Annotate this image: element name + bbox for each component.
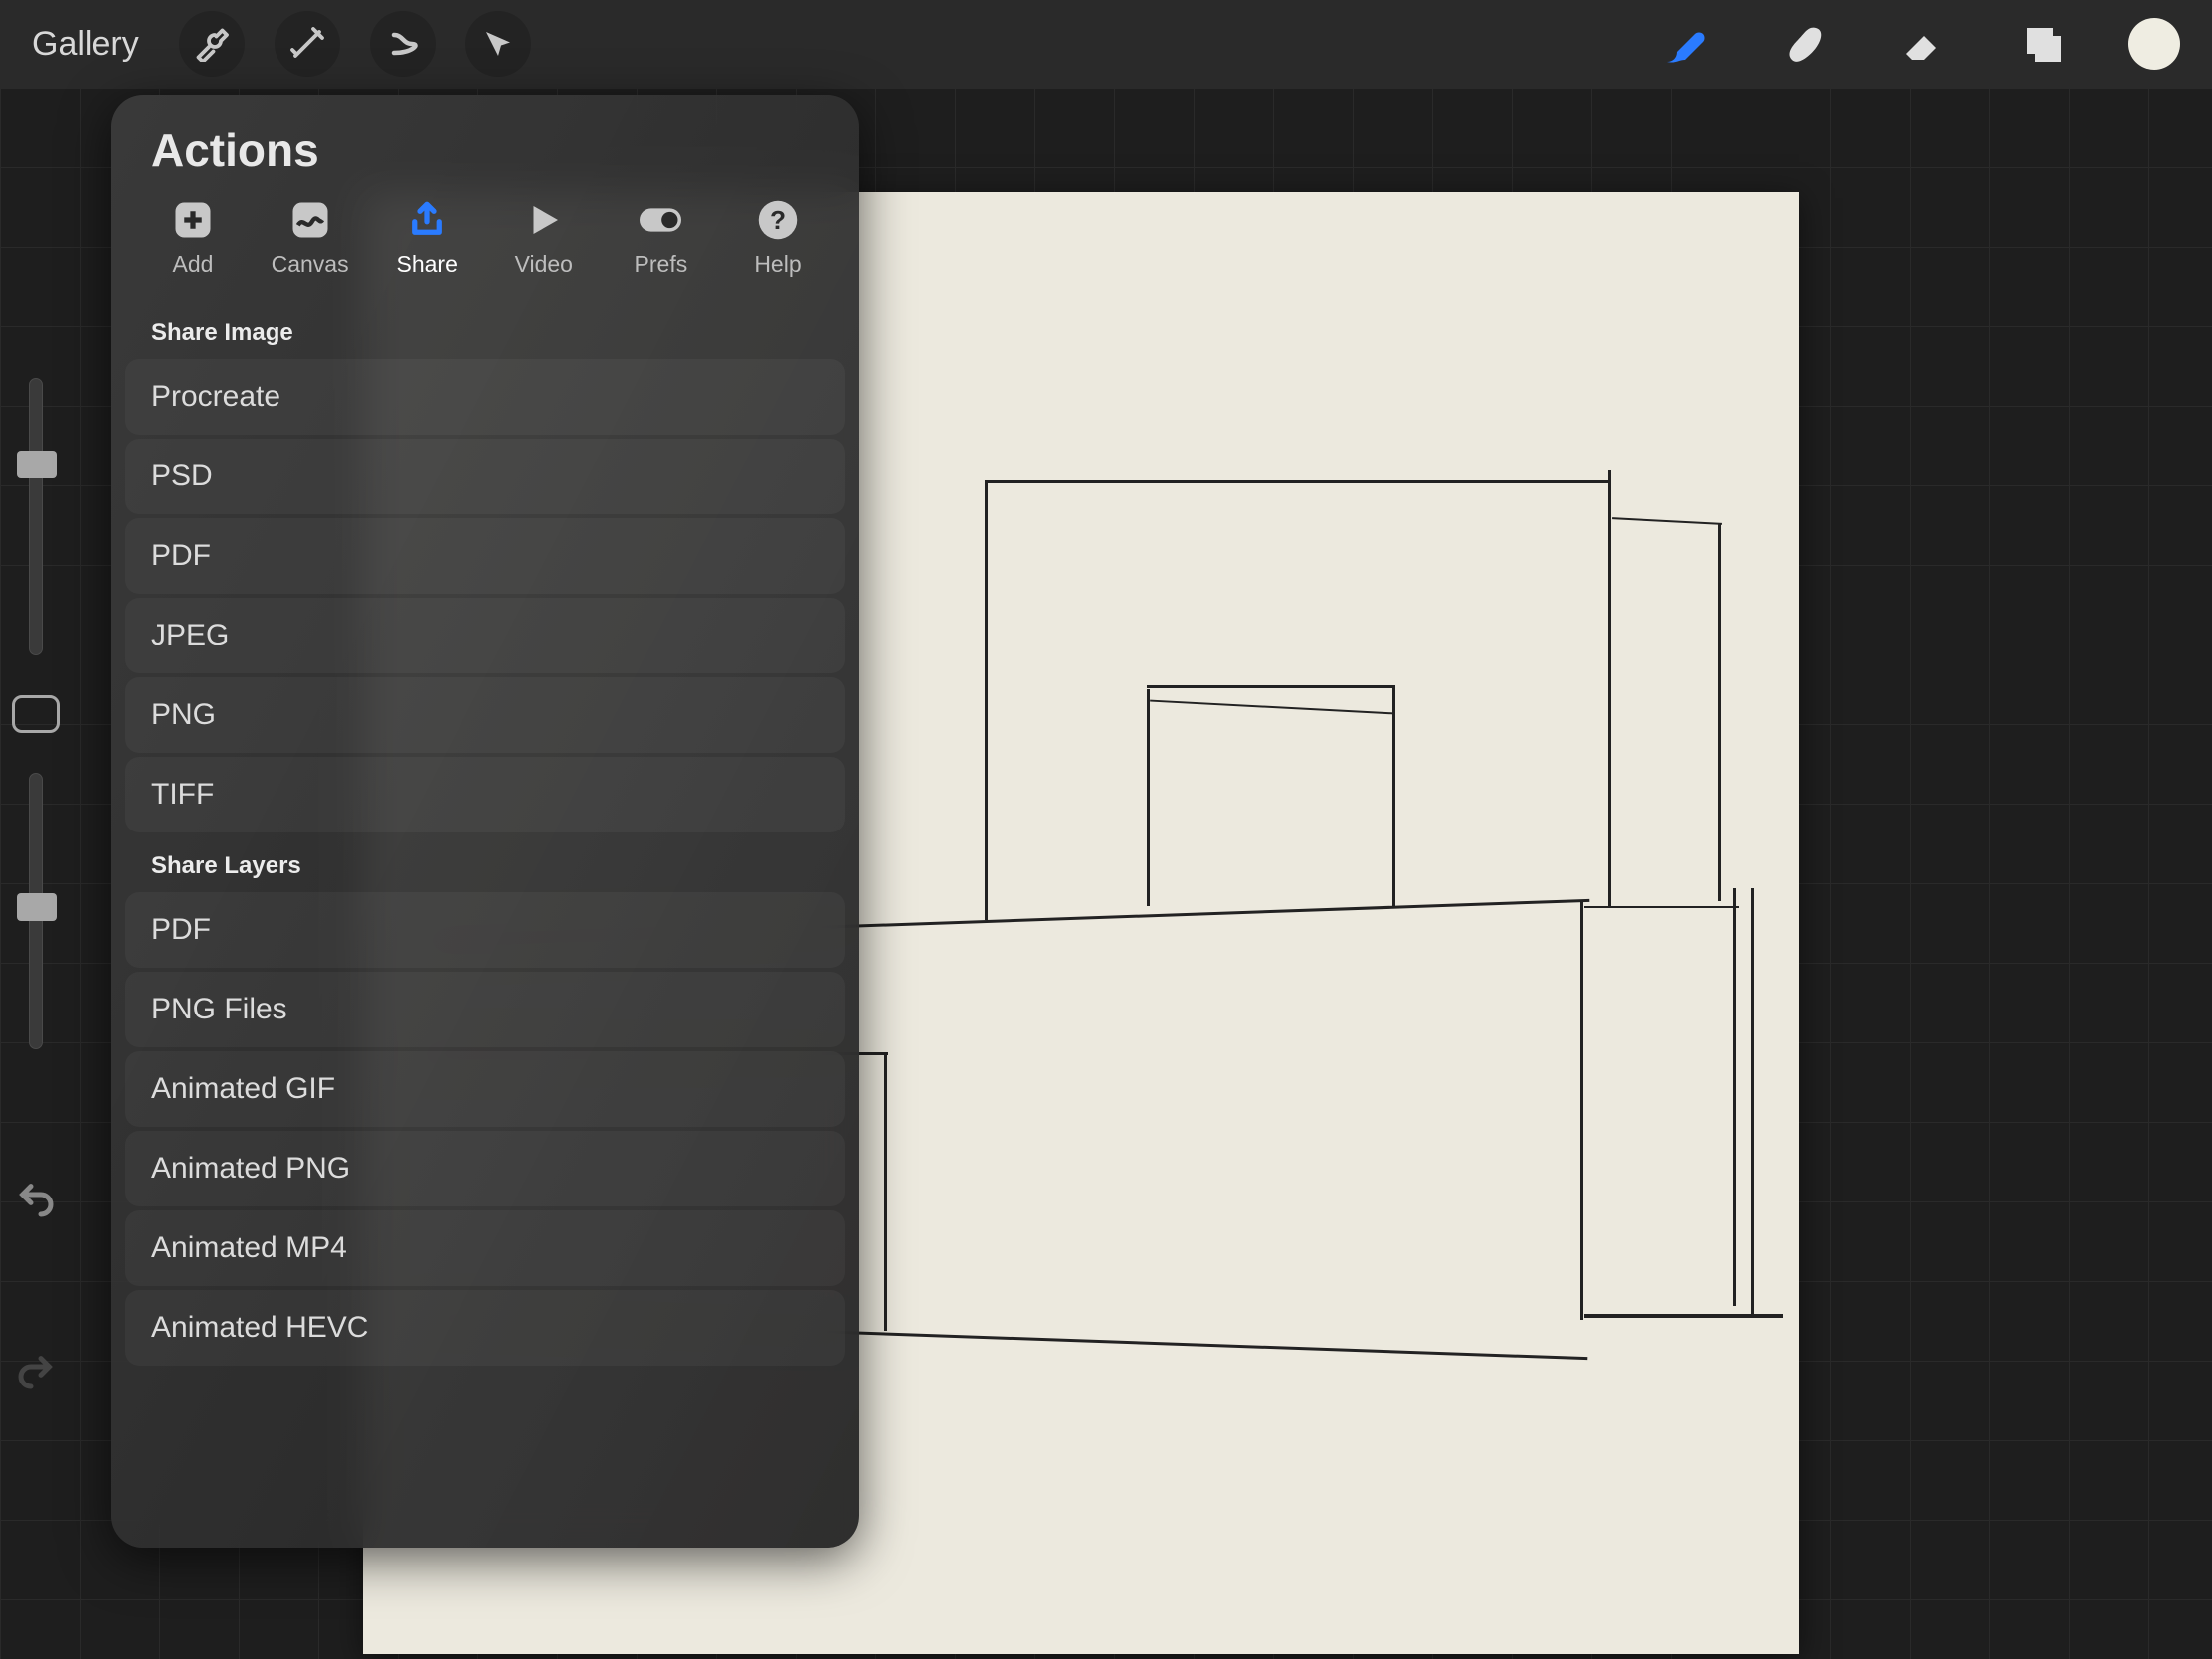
undo-icon <box>16 1180 56 1219</box>
tab-share[interactable]: Share <box>371 199 482 277</box>
tab-add[interactable]: Add <box>137 199 249 277</box>
canvas-icon <box>289 199 331 241</box>
tab-label: Video <box>515 251 573 277</box>
tab-canvas[interactable]: Canvas <box>255 199 366 277</box>
list-item[interactable]: PNG Files <box>125 972 845 1047</box>
panel-title: Actions <box>111 123 859 199</box>
gallery-button[interactable]: Gallery <box>32 25 139 64</box>
smudge-tool[interactable] <box>1764 4 1844 84</box>
actions-panel: Actions Add Canvas Share Video Prefs ? H… <box>111 95 859 1548</box>
help-icon: ? <box>757 199 799 241</box>
layers-icon <box>2019 20 2067 68</box>
list-item[interactable]: PDF <box>125 518 845 594</box>
selection-button[interactable] <box>370 11 436 77</box>
transform-button[interactable] <box>465 11 531 77</box>
undo-button[interactable] <box>8 1179 64 1220</box>
adjustments-button[interactable] <box>275 11 340 77</box>
brush-tool[interactable] <box>1645 4 1725 84</box>
list-item[interactable]: PSD <box>125 439 845 514</box>
modify-button[interactable] <box>12 695 60 733</box>
s-curve-icon <box>385 26 421 62</box>
list-item[interactable]: TIFF <box>125 757 845 832</box>
layers-button[interactable] <box>2003 4 2083 84</box>
brush-size-thumb[interactable] <box>17 451 57 478</box>
section-share-image: Share Image <box>111 299 859 359</box>
brush-opacity-slider[interactable] <box>29 773 43 1050</box>
list-item[interactable]: Animated PNG <box>125 1131 845 1206</box>
list-item[interactable]: Procreate <box>125 359 845 435</box>
brush-opacity-thumb[interactable] <box>17 893 57 921</box>
share-image-list: Procreate PSD PDF JPEG PNG TIFF <box>111 359 859 832</box>
brush-size-slider[interactable] <box>29 378 43 655</box>
list-item[interactable]: JPEG <box>125 598 845 673</box>
list-item[interactable]: Animated MP4 <box>125 1210 845 1286</box>
list-item[interactable]: Animated GIF <box>125 1051 845 1127</box>
smudge-icon <box>1780 20 1828 68</box>
top-toolbar: Gallery <box>0 0 2212 88</box>
toggle-icon <box>640 199 681 241</box>
add-icon <box>172 199 214 241</box>
pointer-icon <box>480 26 516 62</box>
share-layers-list: PDF PNG Files Animated GIF Animated PNG … <box>111 892 859 1366</box>
share-icon <box>406 199 448 241</box>
eraser-tool[interactable] <box>1884 4 1963 84</box>
svg-text:?: ? <box>770 205 786 235</box>
list-item[interactable]: Animated HEVC <box>125 1290 845 1366</box>
tab-label: Share <box>397 251 458 277</box>
list-item[interactable]: PDF <box>125 892 845 968</box>
tab-label: Canvas <box>272 251 349 277</box>
list-item[interactable]: PNG <box>125 677 845 753</box>
color-swatch[interactable] <box>2128 18 2180 70</box>
tab-help[interactable]: ? Help <box>722 199 833 277</box>
play-icon <box>523 199 565 241</box>
eraser-icon <box>1900 20 1947 68</box>
tab-video[interactable]: Video <box>488 199 600 277</box>
tab-prefs[interactable]: Prefs <box>605 199 716 277</box>
tab-label: Prefs <box>635 251 688 277</box>
tab-label: Add <box>173 251 214 277</box>
actions-button[interactable] <box>179 11 245 77</box>
redo-button[interactable] <box>8 1351 64 1392</box>
panel-tabs: Add Canvas Share Video Prefs ? Help <box>111 199 859 299</box>
brush-icon <box>1661 20 1709 68</box>
section-share-layers: Share Layers <box>111 832 859 892</box>
wand-icon <box>289 26 325 62</box>
side-controls <box>0 378 72 1392</box>
redo-icon <box>16 1352 56 1391</box>
tab-label: Help <box>754 251 801 277</box>
wrench-icon <box>194 26 230 62</box>
